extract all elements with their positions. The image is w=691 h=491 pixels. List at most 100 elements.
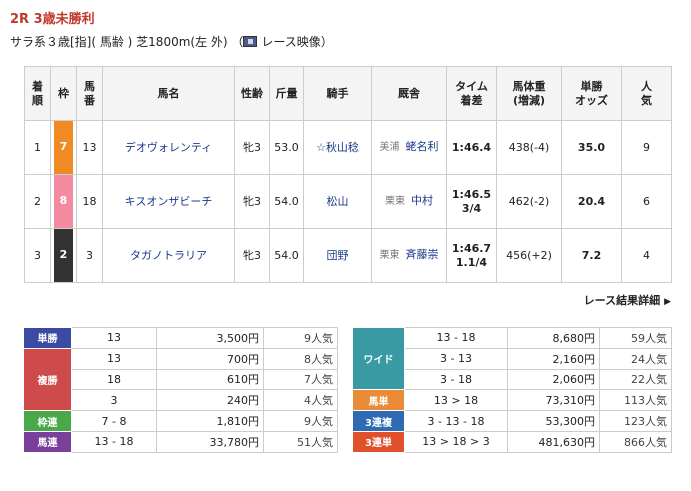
combination: 3 - 18 [404,368,508,391]
payout-row: 馬連 13 - 18 33,780円 51人気 [23,430,338,453]
payout-row: 18 610円 7人気 [24,368,338,391]
waku: 8 [50,174,77,229]
bet-type-label: 3連複 [352,410,405,432]
trainer-link[interactable]: 斉藤崇 [406,248,439,261]
horse-name[interactable]: タガノトラリア [102,228,235,283]
jockey-link[interactable]: 団野 [327,249,349,262]
combination: 3 [71,389,157,412]
header-time: タイム 着差 [446,66,497,121]
payout-popularity: 9人気 [263,327,338,349]
header-trainer: 厩舎 [371,66,447,121]
header-pop: 人気 [621,66,672,121]
affiliation: 美浦 [379,142,400,153]
payout-popularity: 8人気 [263,347,338,370]
combination: 13 [71,347,157,370]
payout-row: ワイド 13 - 18 8,680円 59人気 [352,326,672,391]
payout-row: 枠連 7 - 8 1,810円 9人気 [23,410,338,432]
combination: 7 - 8 [71,410,157,432]
jockey[interactable]: 団野 [303,228,372,283]
combination: 13 - 18 [71,430,157,453]
header-body: 馬体重 (増減) [496,66,562,121]
body-weight: 462(-2) [496,174,562,229]
horse-link[interactable]: デオヴォレンティ [125,141,212,154]
trainer[interactable]: 栗東 斉藤崇 [371,228,447,283]
chevron-right-icon: ▶ [664,297,671,307]
payout-popularity: 123人気 [599,410,672,432]
rank: 2 [24,174,51,229]
waku: 7 [50,120,77,175]
horse-link[interactable]: キスオンザビーチ [125,195,213,208]
trainer-link[interactable]: 蛯名利 [406,140,439,153]
payout-popularity: 4人気 [263,389,338,412]
horse-number: 13 [76,120,103,175]
payout-amount: 2,060円 [507,368,600,391]
jockey[interactable]: 松山 [303,174,372,229]
trainer[interactable]: 栗東 中村 [371,174,447,229]
popularity: 9 [621,120,672,175]
race-video-link[interactable]: レース映像 [243,33,321,50]
combination: 18 [71,368,157,391]
payout-row: 3連単 13 > 18 > 3 481,630円 866人気 [352,430,672,453]
sex-age: 牝3 [234,174,270,229]
payout-amount: 240円 [156,389,264,412]
combination: 3 - 13 [404,347,508,370]
header-num: 馬番 [76,66,103,121]
jockey-link[interactable]: ☆秋山稔 [316,141,359,154]
payout-popularity: 7人気 [263,368,338,391]
rank: 1 [24,120,51,175]
bet-type-label: 複勝 [23,347,72,412]
payout-popularity: 59人気 [599,327,672,349]
race-video-label: レース映像 [261,35,321,49]
bet-type-label: 枠連 [23,410,72,432]
jockey[interactable]: ☆秋山稔 [303,120,372,175]
close-paren: ） [320,35,333,49]
race-conditions: サラ系３歳[指]( 馬齢 ) 芝1800m(左 外) （ [10,35,244,49]
header-weight: 斤量 [269,66,304,121]
table-row: 1 7 13 デオヴォレンティ 牝3 53.0 ☆秋山稔 美浦 蛯名利 1:46.… [24,120,672,175]
payout-popularity: 113人気 [599,389,672,412]
payout-row: 馬単 13 > 18 73,310円 113人気 [352,389,672,412]
sex-age: 牝3 [234,228,270,283]
combination: 3 - 13 - 18 [404,410,508,432]
affiliation: 栗東 [379,250,400,261]
waku-badge: 7 [54,121,73,174]
rank: 3 [24,228,51,283]
jockey-link[interactable]: 松山 [327,195,349,208]
payout-popularity: 24人気 [599,347,672,370]
trainer-link[interactable]: 中村 [411,194,433,207]
odds: 7.2 [561,228,622,283]
payout-amount: 33,780円 [156,430,264,453]
payout-amount: 73,310円 [507,389,600,412]
horse-link[interactable]: タガノトラリア [130,249,207,262]
table-row: 3 2 3 タガノトラリア 牝3 54.0 団野 栗東 斉藤崇 1:46.7 1.1… [24,228,672,283]
payout-row: 単勝 13 3,500円 9人気 [23,327,338,349]
payout-amount: 2,160円 [507,347,600,370]
bet-type-label: 単勝 [23,327,72,349]
payout-amount: 610円 [156,368,264,391]
popularity: 4 [621,228,672,283]
trainer[interactable]: 美浦 蛯名利 [371,120,447,175]
weight: 53.0 [269,120,304,175]
payout-popularity: 51人気 [263,430,338,453]
horse-name[interactable]: キスオンザビーチ [102,174,235,229]
table-row: 2 8 18 キスオンザビーチ 牝3 54.0 松山 栗東 中村 1:46.5 3/… [24,174,672,229]
payout-table-right: ワイド 13 - 18 8,680円 59人気 3 - 13 2,160円 24人気 3 - … [352,326,672,453]
video-icon [243,36,258,47]
header-rank: 着順 [24,66,51,121]
bet-type-label: 馬連 [23,430,72,453]
time: 1:46.5 3/4 [446,174,497,229]
payout-amount: 8,680円 [507,327,600,349]
payout-amount: 1,810円 [156,410,264,432]
race-detail-label: レース結果詳細 [583,294,661,307]
header-horse: 馬名 [102,66,235,121]
weight: 54.0 [269,228,304,283]
odds: 35.0 [561,120,622,175]
combination: 13 > 18 [404,389,508,412]
payout-row: 3 240円 4人気 [24,389,338,412]
combination: 13 > 18 > 3 [404,430,508,453]
payout-amount: 3,500円 [156,327,264,349]
sex-age: 牝3 [234,120,270,175]
combination: 13 [71,327,157,349]
race-detail-link[interactable]: レース結果詳細 ▶ [584,292,671,308]
horse-name[interactable]: デオヴォレンティ [102,120,235,175]
